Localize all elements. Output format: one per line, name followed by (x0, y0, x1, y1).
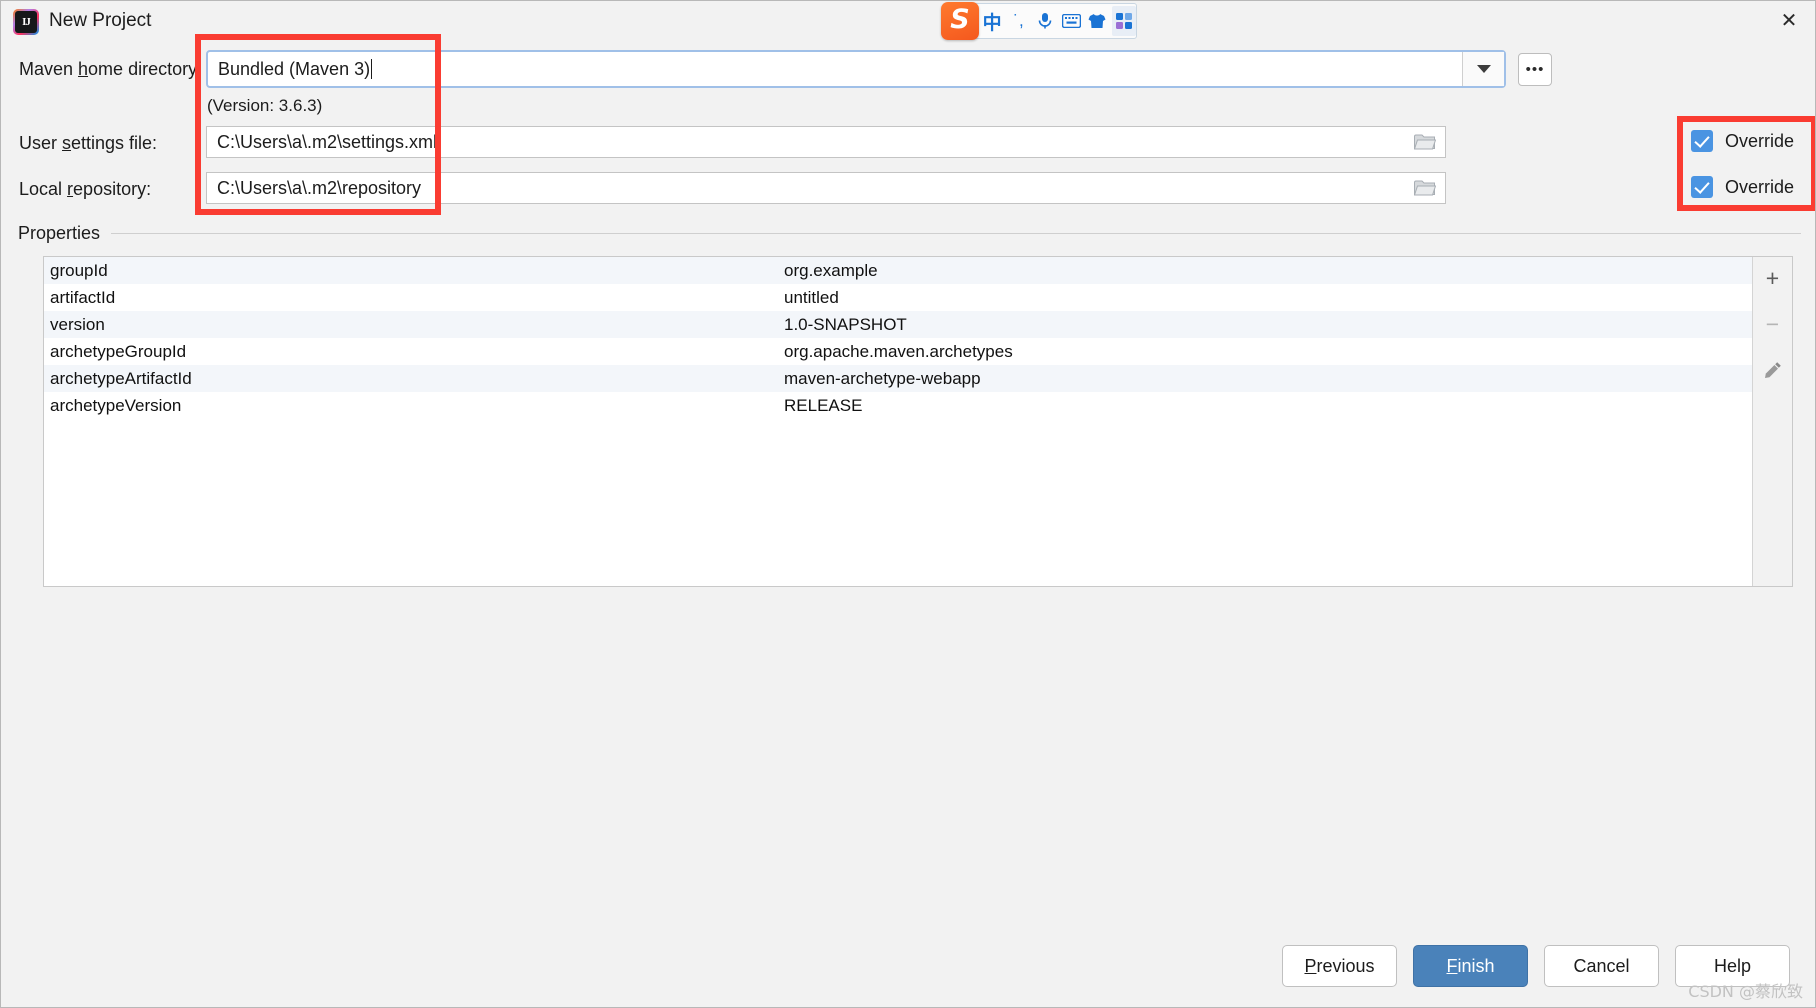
microphone-icon (1038, 13, 1052, 29)
property-value: org.example (784, 260, 878, 280)
property-value: org.apache.maven.archetypes (784, 341, 1013, 361)
ime-soft-keyboard-icon[interactable] (1059, 6, 1083, 36)
maven-home-directory-combobox[interactable]: Bundled (Maven 3) (206, 50, 1506, 88)
table-row[interactable]: archetypeArtifactId maven-archetype-weba… (44, 365, 1752, 392)
previous-button[interactable]: Previous (1282, 945, 1397, 987)
grid-icon (1115, 13, 1132, 29)
ime-voice-input-icon[interactable] (1033, 6, 1057, 36)
tshirt-icon (1088, 14, 1106, 28)
property-key: archetypeVersion (50, 395, 182, 415)
edit-property-button[interactable] (1758, 355, 1788, 385)
properties-separator (111, 233, 1801, 234)
property-key: archetypeGroupId (50, 341, 187, 361)
ime-language-mode-icon[interactable]: 中 (980, 6, 1004, 36)
dialog-button-bar: Previous Finish Cancel Help CSDN @蔡欣致 (1, 923, 1815, 1007)
maven-home-browse-button[interactable]: ••• (1518, 53, 1552, 86)
table-row[interactable]: version 1.0-SNAPSHOT (44, 311, 1752, 338)
local-repository-override-label: Override (1725, 176, 1795, 197)
user-settings-override-row: Override (1691, 130, 1794, 152)
user-settings-file-field[interactable]: C:\Users\a\.m2\settings.xml (206, 126, 1446, 158)
keyboard-icon (1061, 14, 1081, 28)
local-repository-input[interactable]: C:\Users\a\.m2\repository (207, 178, 1405, 199)
local-repository-override-checkbox[interactable] (1691, 176, 1713, 198)
local-repository-label: Local repository: (19, 179, 152, 199)
property-key: artifactId (50, 287, 116, 307)
properties-table-empty-area[interactable] (44, 419, 1752, 586)
ime-toolbox-icon[interactable] (1111, 6, 1136, 36)
maven-home-directory-input[interactable]: Bundled (Maven 3) (208, 58, 1462, 80)
local-repository-field[interactable]: C:\Users\a\.m2\repository (206, 172, 1446, 204)
table-row[interactable]: artifactId untitled (44, 284, 1752, 311)
property-value: RELEASE (784, 395, 863, 415)
user-settings-browse-button[interactable] (1405, 127, 1445, 157)
property-value: 1.0-SNAPSHOT (784, 314, 907, 334)
sogou-ime-toolbar: 中 ˙, (953, 3, 1137, 39)
cancel-button[interactable]: Cancel (1544, 945, 1659, 987)
ime-skin-icon[interactable] (1085, 6, 1109, 36)
local-repository-override-row: Override (1691, 176, 1794, 198)
page-title: New Project (49, 10, 152, 31)
intellij-idea-icon: IJ (13, 9, 39, 35)
user-settings-override-checkbox[interactable] (1691, 130, 1713, 152)
property-value: untitled (784, 287, 839, 307)
property-value: maven-archetype-webapp (784, 368, 981, 388)
text-caret (371, 58, 373, 79)
add-property-button[interactable]: + (1758, 263, 1788, 293)
local-repository-browse-button[interactable] (1405, 173, 1445, 203)
close-icon[interactable]: ✕ (1761, 1, 1815, 39)
pencil-icon (1764, 362, 1781, 378)
new-project-dialog: IJ New Project ✕ S 中 ˙, Maven home direc… (0, 0, 1816, 1008)
intellij-idea-icon-label: IJ (15, 11, 37, 33)
user-settings-file-label: User settings file: (19, 133, 158, 153)
folder-icon (1414, 180, 1436, 195)
property-key: groupId (50, 260, 108, 280)
csdn-watermark: CSDN @蔡欣致 (1688, 982, 1803, 1001)
table-row[interactable]: archetypeVersion RELEASE (44, 392, 1752, 419)
ime-punctuation-mode-icon[interactable]: ˙, (1006, 6, 1030, 36)
chevron-down-icon[interactable] (1462, 52, 1504, 86)
maven-version-text: (Version: 3.6.3) (207, 96, 323, 115)
user-settings-file-input[interactable]: C:\Users\a\.m2\settings.xml (207, 132, 1405, 153)
maven-home-directory-label: Maven home directory: (19, 59, 203, 79)
property-key: version (50, 314, 105, 334)
table-row[interactable]: groupId org.example (44, 257, 1752, 284)
dialog-titlebar: IJ New Project ✕ (1, 1, 1815, 41)
properties-toolbar: + − (1752, 257, 1792, 586)
folder-icon (1414, 134, 1436, 149)
properties-section-title: Properties (18, 223, 111, 244)
properties-panel: groupId org.example artifactId untitled … (43, 256, 1793, 587)
sogou-ime-logo-icon[interactable]: S (941, 2, 979, 40)
user-settings-override-label: Override (1725, 130, 1795, 151)
table-row[interactable]: archetypeGroupId org.apache.maven.archet… (44, 338, 1752, 365)
finish-button[interactable]: Finish (1413, 945, 1528, 987)
property-key: archetypeArtifactId (50, 368, 192, 388)
properties-table[interactable]: groupId org.example artifactId untitled … (44, 257, 1752, 586)
remove-property-button[interactable]: − (1758, 309, 1788, 339)
